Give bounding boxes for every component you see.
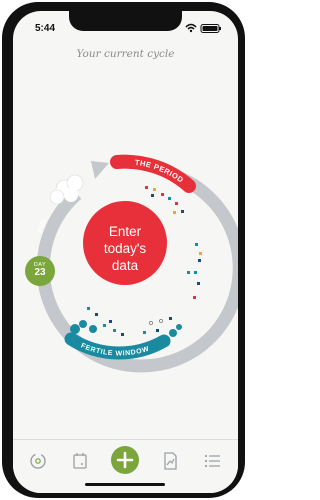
home-indicator[interactable] xyxy=(85,483,165,486)
day-value: 23 xyxy=(34,267,46,278)
phone-frame: 5:44 Your current cycle PMS THE PERIOD F… xyxy=(2,2,245,498)
cycle-icon xyxy=(30,453,46,469)
fertile-cloud-icon xyxy=(70,320,182,337)
day-badge: DAY 23 xyxy=(25,256,55,286)
list-icon xyxy=(204,454,220,468)
tab-list[interactable] xyxy=(201,450,223,472)
calendar-icon xyxy=(73,453,87,469)
cycle-arrow-icon xyxy=(91,161,109,179)
cycle-wheel[interactable]: PMS THE PERIOD FERTILE WINDOW xyxy=(13,11,238,493)
tab-calendar[interactable] xyxy=(69,450,91,472)
tab-cycle[interactable] xyxy=(27,450,49,472)
tab-chart[interactable] xyxy=(159,450,181,472)
add-button[interactable] xyxy=(111,446,139,474)
chart-icon xyxy=(164,452,177,470)
app-screen: 5:44 Your current cycle PMS THE PERIOD F… xyxy=(13,11,238,493)
enter-data-button[interactable] xyxy=(83,201,167,285)
